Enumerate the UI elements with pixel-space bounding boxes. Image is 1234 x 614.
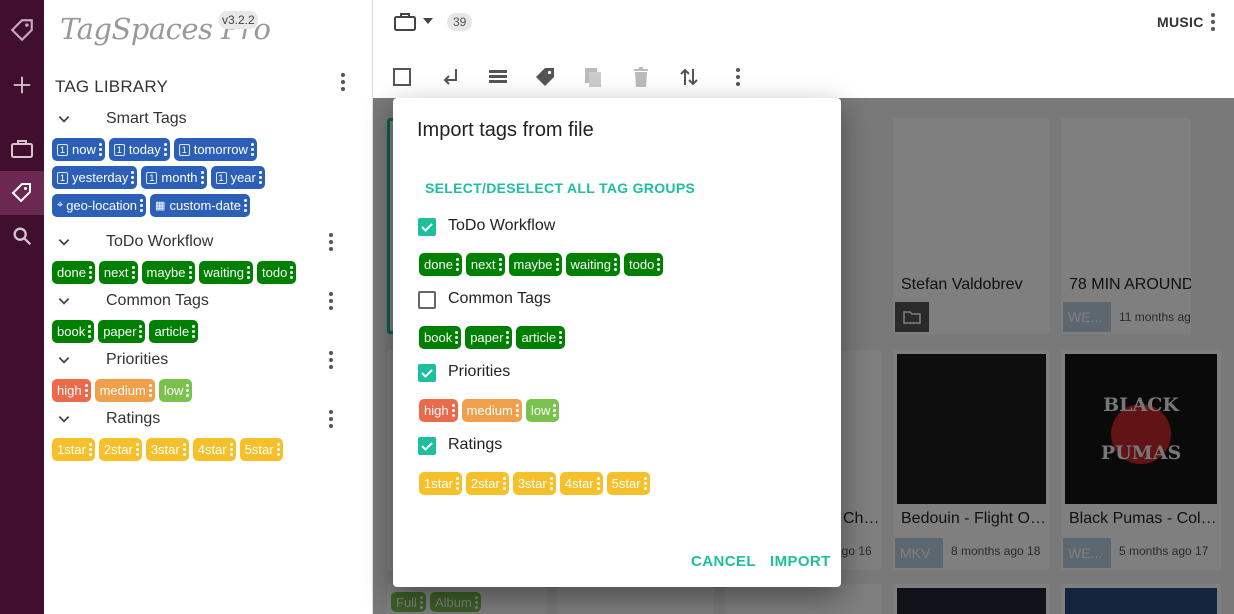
- group-label: Priorities: [448, 363, 511, 380]
- list-view-icon[interactable]: [487, 66, 509, 88]
- tag-paper[interactable]: paper: [465, 326, 513, 349]
- check-icon: [421, 442, 433, 451]
- cancel-button[interactable]: CANCEL: [691, 553, 756, 570]
- tag-4star[interactable]: 4star: [559, 472, 603, 495]
- tag-1star[interactable]: 1star: [419, 472, 462, 495]
- checkbox-ratings[interactable]: [418, 437, 436, 455]
- tag-menu-icon[interactable]: [506, 331, 510, 344]
- checkbox-common-tags[interactable]: [418, 291, 436, 309]
- parent-directory-icon[interactable]: [440, 66, 462, 88]
- tag-menu-icon[interactable]: [559, 331, 563, 344]
- import-button[interactable]: IMPORT: [770, 553, 831, 570]
- current-location-label[interactable]: MUSIC: [1157, 14, 1204, 30]
- tag-book[interactable]: book: [419, 326, 462, 349]
- group-label: ToDo Workflow: [448, 217, 556, 234]
- tag-menu-icon[interactable]: [515, 404, 519, 417]
- group-label: Common Tags: [448, 290, 551, 307]
- ratings-tags: 1star 2star 3star 4star 5star: [419, 472, 650, 495]
- tag-menu-icon[interactable]: [455, 258, 459, 271]
- checkbox-todo-workflow[interactable]: [418, 218, 436, 236]
- import-tags-dialog: Import tags from file SELECT/DESELECT AL…: [393, 98, 841, 587]
- tag-menu-icon[interactable]: [451, 404, 455, 417]
- priorities-tags: high medium low: [419, 399, 560, 422]
- delete-icon: [634, 67, 648, 87]
- file-count-badge: 39: [447, 13, 473, 31]
- tag-next[interactable]: next: [465, 253, 505, 276]
- tag-medium[interactable]: medium: [461, 399, 522, 422]
- tag-done[interactable]: done: [419, 253, 462, 276]
- common-tags-tags: book paper article: [419, 326, 566, 349]
- group-label: Ratings: [448, 436, 503, 453]
- check-icon: [421, 369, 433, 378]
- select-all-checkbox-icon[interactable]: [391, 66, 413, 88]
- tag-waiting[interactable]: waiting: [565, 253, 620, 276]
- tag-high[interactable]: high: [419, 399, 458, 422]
- tag-menu-icon[interactable]: [498, 258, 502, 271]
- tag-menu-icon[interactable]: [555, 258, 559, 271]
- tag-menu-icon[interactable]: [596, 477, 600, 490]
- todo-workflow-tags: done next maybe waiting todo: [419, 253, 664, 276]
- tag-menu-icon[interactable]: [455, 331, 459, 344]
- tag-low[interactable]: low: [525, 399, 560, 422]
- tag-3star[interactable]: 3star: [512, 472, 556, 495]
- location-dropdown-icon[interactable]: [422, 17, 434, 25]
- top-toolbar: 39 MUSIC: [373, 0, 1234, 98]
- tag-article[interactable]: article: [516, 326, 566, 349]
- tag-menu-icon[interactable]: [553, 404, 557, 417]
- perspective-menu-icon[interactable]: [1211, 13, 1215, 31]
- tag-todo[interactable]: todo: [624, 253, 664, 276]
- tag-2star[interactable]: 2star: [465, 472, 509, 495]
- copy-move-icon: [585, 68, 601, 87]
- tag-menu-icon[interactable]: [643, 477, 647, 490]
- more-options-icon[interactable]: [736, 68, 740, 86]
- sort-icon[interactable]: [678, 66, 700, 88]
- checkbox-priorities[interactable]: [418, 364, 436, 382]
- tag-menu-icon[interactable]: [502, 477, 506, 490]
- tag-menu-icon[interactable]: [549, 477, 553, 490]
- tag-menu-icon[interactable]: [614, 258, 617, 271]
- location-briefcase-icon[interactable]: [393, 11, 417, 33]
- tag-maybe[interactable]: maybe: [508, 253, 562, 276]
- tag-5star[interactable]: 5star: [606, 472, 650, 495]
- tag-menu-icon[interactable]: [657, 258, 661, 271]
- check-icon: [421, 223, 433, 232]
- select-deselect-all-button[interactable]: SELECT/DESELECT ALL TAG GROUPS: [425, 180, 695, 196]
- tag-menu-icon[interactable]: [455, 477, 459, 490]
- dialog-title: Import tags from file: [417, 119, 594, 141]
- tag-files-icon[interactable]: [534, 66, 556, 88]
